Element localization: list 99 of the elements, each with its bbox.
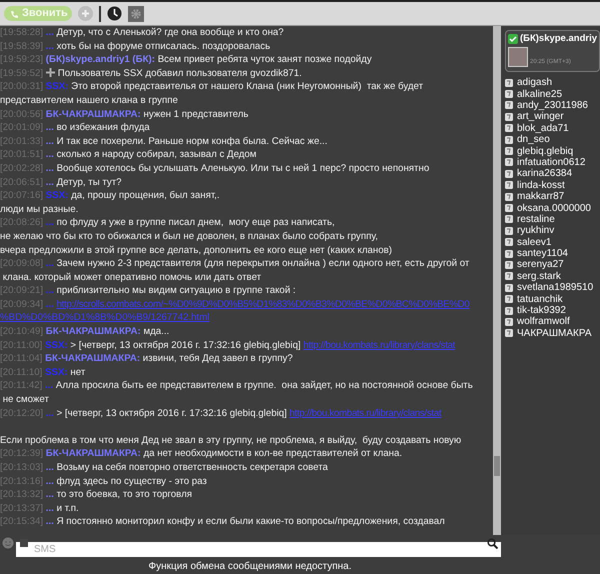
message-author: ... [46, 27, 54, 38]
message-text: вчера предложили в этой группе все делать, дополнить ее кого еще нет (каких кланов) [0, 244, 392, 256]
message-author: SSX: [46, 190, 68, 202]
message-text: Вообще хотелось бы услышать Аленькую. Или ты с ней 1 перс? просто непонятно [56, 162, 430, 174]
message-text: по флуду я уже в группе писал днем, могу еще раз написать, [56, 217, 335, 228]
message-text: Возьму на себя повторно ответственность секретаря совета [56, 462, 328, 473]
message-text: мда... [143, 326, 170, 338]
square-icon [20, 539, 28, 547]
message-text: > [четверг, 13 октября 2016 г. 17:32:16 glebiq.glebiq] [70, 340, 301, 351]
message-author: ... [46, 40, 54, 52]
message-text: и т.п. [56, 502, 79, 514]
message-text: люди мы разные. [0, 204, 78, 215]
contact-status-icon [505, 284, 513, 292]
status-message: Функция обмена сообщениями недоступна. [148, 560, 352, 574]
contact-status-icon [505, 250, 513, 258]
message-text: Пользователь SSX добавил пользователя gvozdik871. [58, 68, 302, 79]
contact-status-icon [505, 192, 513, 201]
contact-status-icon [505, 112, 513, 121]
message-text: хоть бы на форуме отписалась. поздоровалась [56, 40, 270, 52]
message-text: представителем нашего клана в группе [0, 94, 178, 106]
message-text: клана. который может оперативно помочь или дать ответ [2, 272, 262, 283]
message-author: ... [46, 162, 54, 174]
message-author: ... [45, 380, 54, 392]
settings-button[interactable] [128, 6, 144, 22]
message-text: Зачем нужно 2-3 представителя (для перекрытия онлайна ) если одного нет, есть другой от [56, 258, 470, 270]
message-author: ... [46, 476, 54, 487]
message-author: ... [46, 285, 54, 296]
message-text: Детур, ты тут? [56, 176, 122, 188]
message-author: ... [46, 122, 54, 134]
message-author: БК-ЧАКРАШМАКРА: [46, 326, 141, 338]
message-author: ... [46, 136, 54, 147]
message-author: БК-ЧАКРАШМАКРА: [46, 448, 141, 460]
message-author: ... [46, 149, 54, 160]
message-author: ... [46, 408, 54, 419]
message-input[interactable]: SMS [16, 542, 501, 556]
search-icon[interactable] [487, 538, 498, 548]
contact-status-icon [505, 272, 513, 280]
contact-status-icon [505, 318, 513, 326]
contact-status-icon [505, 260, 513, 269]
message-author: ... [46, 298, 54, 310]
contact-status-icon [505, 90, 513, 98]
message-author: (БК)skype.andriy1 (БК): [46, 54, 155, 66]
message-author: SSX: [45, 366, 68, 378]
message-text: Детур, что с Аленькой? где она вообще и кто она? [56, 27, 284, 38]
contact-status-icon [505, 238, 513, 246]
message-text: > [четверг, 13 октября 2016 г. 17:32:16 glebiq.glebiq] [56, 408, 287, 419]
avatar-photo-placeholder [508, 47, 528, 68]
message-text: сколько я народу собирал, зазывал с Дедом [56, 149, 256, 160]
contact-status-icon [505, 204, 513, 212]
contact-status-icon [505, 295, 513, 304]
contact-status-icon [505, 329, 513, 338]
message-author: БК-ЧАКРАШМАКРА: [46, 108, 141, 120]
contact-status-icon [505, 124, 513, 132]
contact-status-icon [505, 78, 513, 87]
smiley-icon[interactable] [2, 537, 14, 549]
contact-status-icon [505, 306, 513, 314]
message-text: не сможет [2, 394, 49, 406]
message-text: нет [70, 366, 86, 378]
message-text: да нет необходимости в кол-ве представителей от клана. [143, 448, 402, 460]
message-text: нужен 1 представитель [143, 108, 248, 120]
plus-icon [81, 9, 90, 18]
message-author: SSX: [46, 81, 68, 92]
scrollbar[interactable] [493, 26, 501, 535]
message-author: ... [46, 217, 54, 228]
contact-status-icon [505, 158, 513, 166]
message-author: ... [46, 462, 54, 473]
phone-icon [10, 10, 18, 18]
message-author: ... [46, 258, 54, 270]
message-author: ... [46, 516, 54, 528]
message-text: Если проблема в том что меня Дед не звал в эту группу, не проблема, я выйду, буду создавать новую [0, 434, 462, 446]
message-text: то это боевка, то это торговля [56, 489, 192, 500]
message-text: Алла просила быть ее представителем в группе. она зайдет, но на постоянной основе быть [56, 380, 473, 392]
message-author: БК-ЧАКРАШМАКРА: [45, 353, 140, 364]
message-author: ... [46, 489, 54, 500]
checkmark-icon [508, 34, 518, 44]
message-text: Я постоянно мониторил конфу и если были какие-то вопросы/предложения, создавал [56, 516, 445, 528]
message-text: приблизительно мы видим ситуацию в группе такой : [56, 285, 296, 296]
contact-status-icon [505, 226, 513, 235]
plus-icon [46, 68, 55, 77]
message-text: флуд здесь по существу - это раз [56, 476, 207, 487]
contact-status-icon [505, 136, 513, 144]
clock-icon[interactable] [107, 6, 122, 21]
contact-status-icon [505, 170, 513, 178]
message-text: извини, тебя Дед завел в группу? [142, 353, 293, 364]
gear-icon [130, 8, 142, 20]
contact-status-icon [505, 147, 513, 156]
message-author: ... [46, 176, 54, 188]
message-text: да, прошу прощения, был занят,. [71, 190, 220, 202]
message-text: Всем привет ребята чуток занят позже подойду [158, 54, 372, 66]
message-author: SSX: [45, 340, 68, 351]
message-author: ... [46, 502, 54, 514]
message-text: во избежания флуда [56, 122, 150, 134]
message-text: И так все похерели. Раньше норм конфа была. Сейчас же... [56, 136, 328, 147]
contact-status-icon [505, 181, 513, 190]
contact-status-icon [505, 215, 513, 224]
contact-status-icon [505, 101, 513, 110]
message-text: не желаю что бы кто то обижался и был не доволен, в планах было собрать группу, [0, 230, 378, 242]
contact-name: (БК)skype.andriy [520, 32, 597, 46]
message-text: Это второй представителья от нашего Клана (ник Неугомонный) так же будет [71, 81, 424, 92]
